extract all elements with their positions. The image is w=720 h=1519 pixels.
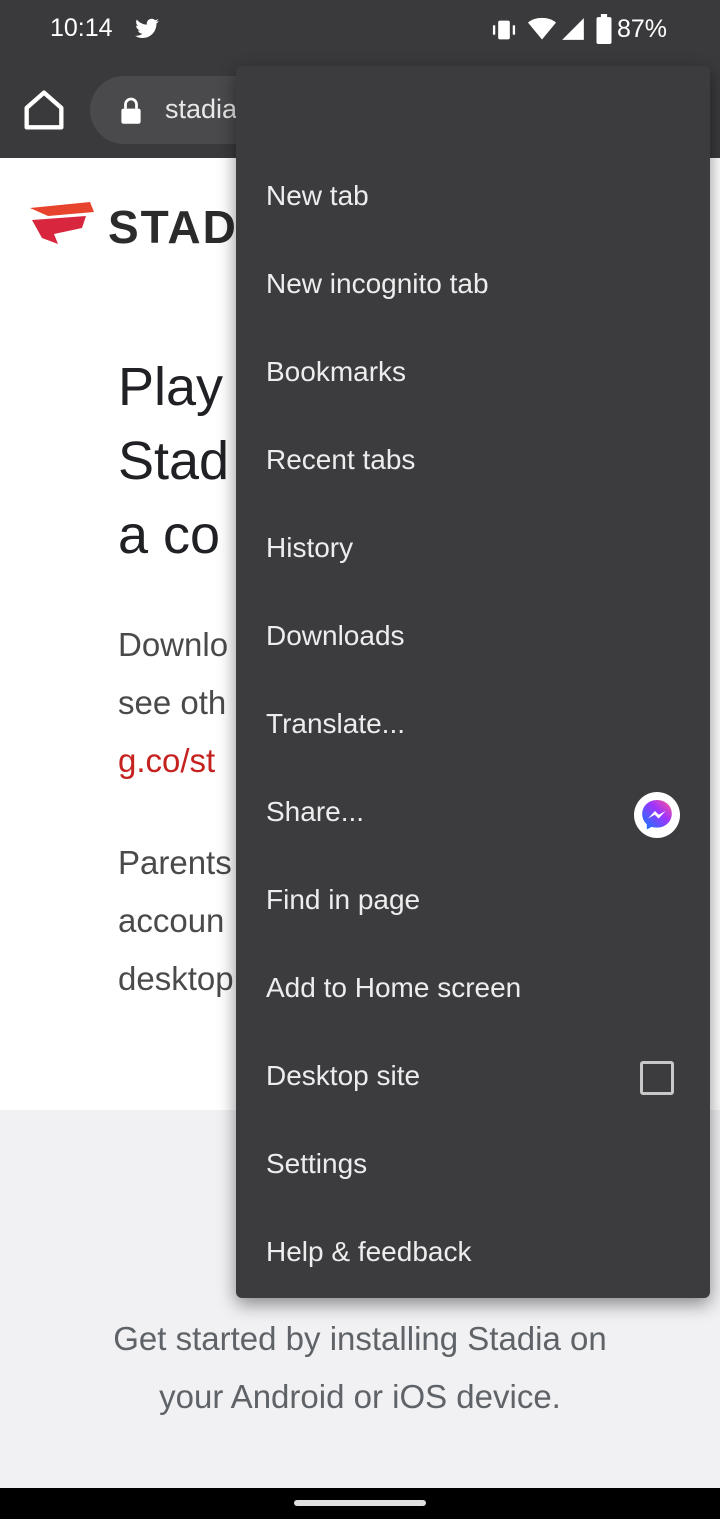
menu-item-label: Translate... xyxy=(266,708,406,739)
menu-item-label: Settings xyxy=(266,1148,368,1179)
wifi-icon xyxy=(528,17,556,40)
desktop-site-checkbox[interactable] xyxy=(640,1061,674,1095)
menu-item-settings[interactable]: Settings xyxy=(236,1122,710,1210)
menu-item-new-tab[interactable]: New tab xyxy=(236,154,710,242)
home-gesture-handle[interactable] xyxy=(294,1500,426,1506)
menu-item-label: Find in page xyxy=(266,884,421,915)
menu-item-recent-tabs[interactable]: Recent tabs xyxy=(236,418,710,506)
battery-percentage: 87% xyxy=(617,15,668,43)
page-body-text: Downlo see oth xyxy=(118,626,229,721)
battery-icon xyxy=(596,14,612,44)
get-started-text: Get started by installing Stadia on your… xyxy=(113,1320,607,1415)
messenger-icon[interactable] xyxy=(634,792,680,838)
system-nav-bar xyxy=(0,1488,720,1519)
menu-item-label: New tab xyxy=(266,180,369,211)
menu-item-new-incognito-tab[interactable]: New incognito tab xyxy=(236,242,710,330)
menu-item-label: New incognito tab xyxy=(266,268,489,299)
status-time: 10:14 xyxy=(50,14,113,42)
menu-item-label: History xyxy=(266,532,354,563)
menu-item-label: Add to Home screen xyxy=(266,972,522,1003)
overflow-menu: New tab New incognito tab Bookmarks Rece… xyxy=(236,66,710,1298)
menu-item-help-feedback[interactable]: Help & feedback xyxy=(236,1210,710,1298)
menu-item-label: Downloads xyxy=(266,620,405,651)
lock-icon xyxy=(121,97,141,124)
menu-item-history[interactable]: History xyxy=(236,506,710,594)
menu-item-label: Recent tabs xyxy=(266,444,416,475)
status-bar: 10:14 87% xyxy=(0,0,720,62)
stadia-link[interactable]: g.co/st xyxy=(118,732,215,790)
home-icon[interactable] xyxy=(18,84,70,136)
stadia-logo-icon xyxy=(30,202,94,244)
vibrate-icon xyxy=(492,20,516,40)
menu-item-label: Help & feedback xyxy=(266,1236,472,1267)
url-text: stadia xyxy=(165,94,238,124)
signal-icon xyxy=(562,18,584,40)
page-headline: Play Stad a co xyxy=(118,357,230,565)
menu-item-find-in-page[interactable]: Find in page xyxy=(236,858,710,946)
parents-text: Parents accoun desktop xyxy=(118,844,234,997)
menu-item-share[interactable]: Share... xyxy=(236,770,710,858)
menu-item-add-to-home-screen[interactable]: Add to Home screen xyxy=(236,946,710,1034)
menu-item-label: Share... xyxy=(266,796,365,827)
menu-item-label: Desktop site xyxy=(266,1060,421,1091)
menu-item-bookmarks[interactable]: Bookmarks xyxy=(236,330,710,418)
stadia-wordmark: STAD xyxy=(108,201,238,253)
menu-item-label: Bookmarks xyxy=(266,356,407,387)
menu-item-downloads[interactable]: Downloads xyxy=(236,594,710,682)
menu-item-desktop-site[interactable]: Desktop site xyxy=(236,1034,710,1122)
twitter-icon xyxy=(135,18,159,38)
menu-item-translate[interactable]: Translate... xyxy=(236,682,710,770)
